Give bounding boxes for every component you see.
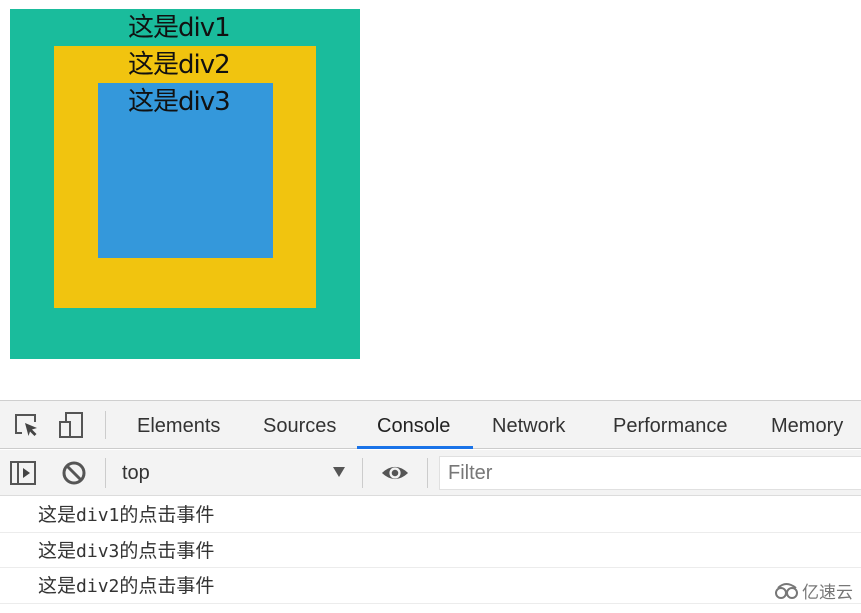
show-console-sidebar-icon[interactable] [9,459,37,487]
filter-box [439,456,861,490]
tab-sources[interactable]: Sources [263,401,336,449]
tab-performance[interactable]: Performance [613,401,728,449]
device-toolbar-icon[interactable] [57,411,85,439]
watermark: 亿速云 [774,578,853,603]
div2-box[interactable]: 这是div2 这是div3 [54,46,316,308]
console-message: 这是div2的点击事件 [0,568,861,604]
div1-box[interactable]: 这是div1 这是div2 这是div3 [10,9,360,359]
devtools-tabbar: Elements Sources Console Network Perform… [0,401,861,449]
div3-label: 这是div3 [128,87,231,117]
context-selector[interactable]: top [122,450,150,496]
div3-box[interactable]: 这是div3 [98,83,273,258]
console-toolbar: top [0,450,861,496]
console-message: 这是div1的点击事件 [0,497,861,533]
toolbar-separator [427,458,428,488]
message-prefix: 这是 [38,539,77,562]
console-messages: 这是div1的点击事件 这是div3的点击事件 这是div2的点击事件 [0,497,861,604]
page-viewport: 这是div1 这是div2 这是div3 [0,0,861,400]
watermark-text: 亿速云 [802,583,853,603]
div2-label: 这是div2 [128,50,231,80]
tab-elements[interactable]: Elements [137,401,220,449]
toolbar-separator [362,458,363,488]
tab-console[interactable]: Console [377,401,450,449]
message-code: div3 [76,540,120,562]
message-code: div1 [76,505,120,526]
filter-input[interactable] [440,457,861,489]
devtools-panel: Elements Sources Console Network Perform… [0,400,861,613]
toolbar-separator [105,458,106,488]
toolbar-separator [105,411,106,439]
message-suffix: 的点击事件 [119,539,215,562]
message-prefix: 这是 [38,575,77,597]
message-prefix: 这是 [38,504,77,526]
clear-console-icon[interactable] [60,459,88,487]
console-message: 这是div3的点击事件 [0,533,861,568]
message-suffix: 的点击事件 [119,575,215,597]
inspect-element-icon[interactable] [12,411,40,439]
message-suffix: 的点击事件 [119,504,215,526]
live-expression-icon[interactable] [381,459,409,487]
message-code: div2 [76,576,120,597]
cloud-logo-icon [775,582,798,599]
dropdown-arrow-icon[interactable] [333,467,345,477]
tab-memory[interactable]: Memory [771,401,843,449]
active-tab-indicator [357,446,473,449]
div1-label: 这是div1 [128,13,231,43]
tab-network[interactable]: Network [492,401,565,449]
